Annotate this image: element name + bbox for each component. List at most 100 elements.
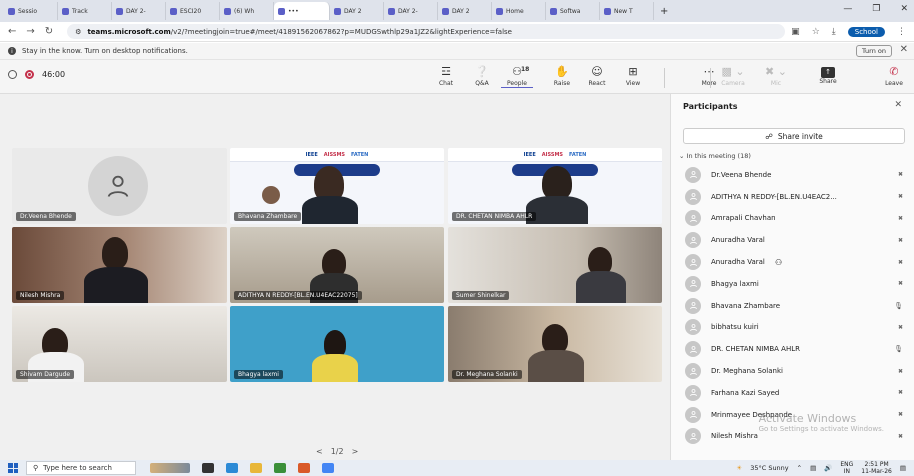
participant-row[interactable]: ADITHYA N REDDY-[BL.EN.U4EAC2... ✖ [671, 186, 914, 208]
qa-button[interactable]: ❔ Q&A [466, 64, 498, 87]
tab-title: ESCI20 [180, 7, 202, 15]
volume-icon[interactable]: 🔊 [824, 464, 832, 472]
windows-start-icon[interactable] [8, 463, 18, 473]
bookmark-star-icon[interactable]: ☆ [812, 27, 820, 37]
browser-tab[interactable]: ••• [274, 2, 330, 20]
browser-menu-icon[interactable]: ⋮ [897, 27, 906, 37]
camera-button[interactable]: ▩ ⌄ Camera [717, 64, 749, 87]
clock-time: 2:51 PM [864, 461, 889, 468]
meeting-timer: 46:00 [8, 70, 65, 79]
tile-name: Dr. Meghana Solanki [452, 370, 522, 379]
guest-badge-icon: ⚇ [775, 257, 783, 267]
download-icon[interactable]: ⤓ [832, 27, 836, 37]
participant-name: Mrinmayee Deshpande [711, 410, 793, 419]
maximize-icon[interactable]: ❐ [872, 4, 880, 14]
tab-favicon-icon [224, 7, 231, 15]
minimize-icon[interactable]: — [843, 4, 852, 14]
chat-button[interactable]: ☲ Chat [430, 64, 462, 87]
notifications-icon[interactable]: ▤ [900, 464, 906, 472]
mic-muted-icon: ✖ [897, 432, 903, 440]
browser-tab[interactable]: Sessio [4, 2, 58, 20]
browser-tab[interactable]: Home [492, 2, 546, 20]
language-indicator[interactable]: ENG IN [840, 461, 853, 475]
avatar [685, 275, 701, 292]
back-icon[interactable]: ← [8, 26, 16, 37]
leave-button[interactable]: ✆ Leave [878, 64, 910, 87]
video-tile[interactable]: Nilesh Mishra [12, 227, 227, 303]
reload-icon[interactable]: ↻ [45, 26, 53, 37]
participant-row[interactable]: Amrapali Chavhan ✖ [671, 208, 914, 230]
video-tile[interactable]: Shivam Dargude [12, 306, 227, 382]
browser-tab[interactable]: DAY 2- [112, 2, 166, 20]
browser-tab[interactable]: New T [600, 2, 654, 20]
browser-tab[interactable]: Track [58, 2, 112, 20]
new-tab-button[interactable]: + [660, 6, 668, 17]
in-meeting-section-header[interactable]: ⌄ In this meeting (18) [679, 152, 751, 160]
participant-row[interactable]: bibhatsu kuiri ✖ [671, 317, 914, 339]
browser-tab[interactable]: DAY 2- [384, 2, 438, 20]
video-tile[interactable]: Bhagya laxmi [230, 306, 444, 382]
edge-icon[interactable] [226, 463, 238, 473]
participant-figure-body [576, 271, 626, 303]
share-button[interactable]: ↑ Share [812, 64, 844, 85]
chrome-icon[interactable] [322, 463, 334, 473]
react-button[interactable]: ☺ React [581, 64, 613, 87]
participant-row[interactable]: Anuradha Varal ✖ [671, 229, 914, 251]
participant-row[interactable]: Bhagya laxmi ✖ [671, 273, 914, 295]
close-panel-icon[interactable]: ✕ [894, 100, 902, 110]
network-icon[interactable]: ▤ [810, 464, 816, 472]
file-explorer-icon[interactable] [250, 463, 262, 473]
mic-button[interactable]: ✖ ⌄ Mic [760, 64, 792, 87]
participant-row[interactable]: Dr. Meghana Solanki ✖ [671, 360, 914, 382]
participant-row[interactable]: Dr.Veena Bhende ✖ [671, 164, 914, 186]
chevron-down-icon: ⌄ [679, 152, 685, 160]
video-tile[interactable]: IEEE AISSMS FATEN Bhavana Zhambare [230, 148, 444, 224]
store-icon[interactable] [274, 463, 286, 473]
view-button[interactable]: ⊞ View [617, 64, 649, 87]
news-widget-icon[interactable] [150, 463, 190, 473]
taskbar-search-box[interactable]: ⚲ Type here to search [26, 461, 136, 475]
browser-tab[interactable]: DAY 2 [330, 2, 384, 20]
participant-name: DR. CHETAN NIMBA AHLR [711, 345, 800, 354]
participant-name: Amrapali Chavhan [711, 214, 776, 223]
participant-row[interactable]: Farhana Kazi Sayed ✖ [671, 382, 914, 404]
forward-icon[interactable]: → [26, 26, 34, 37]
browser-tab[interactable]: (6) Wh [220, 2, 274, 20]
turn-on-notifications-button[interactable]: Turn on [856, 45, 892, 57]
weather-text[interactable]: 35°C Sunny [750, 464, 788, 472]
participant-row[interactable]: Bhavana Zhambare 🎙 [671, 295, 914, 317]
tray-chevron-icon[interactable]: ⌃ [797, 464, 802, 472]
clock[interactable]: 2:51 PM 11-Mar-26 [861, 461, 892, 475]
participant-row[interactable]: Nilesh Mishra ✖ [671, 426, 914, 448]
people-button[interactable]: ⚇ 18 People [501, 64, 533, 88]
url-field[interactable]: ⚙ teams.microsoft.com/v2/?meetingjoin=tr… [67, 24, 786, 39]
mic-muted-icon: ✖ [897, 367, 903, 375]
video-tile[interactable]: Dr.Veena Bhende [12, 148, 227, 224]
close-window-icon[interactable]: ✕ [900, 4, 908, 14]
task-view-icon[interactable] [202, 463, 214, 473]
address-bar-row: ← → ↻ ⚙ teams.microsoft.com/v2/?meetingj… [0, 22, 914, 42]
office-icon[interactable] [298, 463, 310, 473]
profile-button[interactable]: School [847, 26, 885, 37]
participant-row[interactable]: Mrinmayee Deshpande ✖ [671, 404, 914, 426]
meeting-info-icon[interactable] [8, 70, 17, 79]
tab-favicon-icon [8, 7, 15, 15]
pager-prev-button[interactable]: < [316, 447, 323, 456]
cast-icon[interactable]: ▣ [791, 27, 800, 37]
site-info-icon[interactable]: ⚙ [75, 28, 81, 36]
video-tile[interactable]: Sumer Shinelkar [448, 227, 662, 303]
raise-button[interactable]: ✋ Raise [546, 64, 578, 87]
browser-tab[interactable]: ESCI20 [166, 2, 220, 20]
browser-tab[interactable]: Softwa [546, 2, 600, 20]
close-notification-icon[interactable]: ✕ [900, 44, 908, 55]
pager-next-button[interactable]: > [352, 447, 359, 456]
participant-row[interactable]: Anuradha Varal ⚇ ✖ [671, 251, 914, 273]
tab-title: Sessio [18, 7, 38, 15]
browser-tab[interactable]: DAY 2 [438, 2, 492, 20]
video-tile[interactable]: Dr. Meghana Solanki [448, 306, 662, 382]
share-invite-button[interactable]: ☍ Share invite [683, 128, 905, 144]
slide-ieee-text: IEEE [305, 151, 318, 158]
video-tile[interactable]: ADITHYA N REDDY-[BL.EN.U4EAC22075] [230, 227, 444, 303]
participant-row[interactable]: DR. CHETAN NIMBA AHLR 🎙 [671, 338, 914, 360]
video-tile[interactable]: IEEE AISSMS FATEN DR. CHETAN NIMBA AHLR [448, 148, 662, 224]
